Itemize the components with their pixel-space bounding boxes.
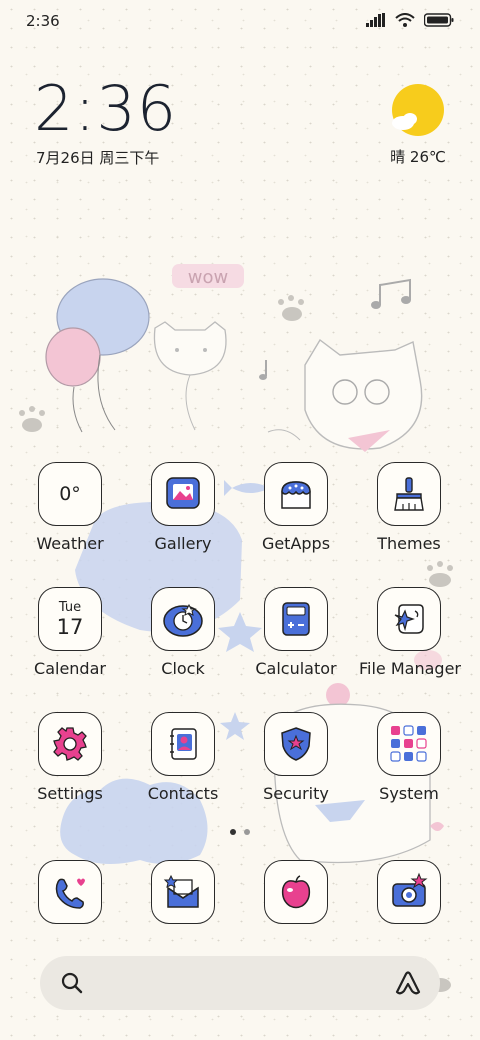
phone-icon[interactable] — [38, 860, 102, 924]
app-label: Security — [263, 784, 329, 803]
weather-icon[interactable]: 0° — [38, 462, 102, 526]
app-label: Calculator — [255, 659, 337, 678]
app-label: GetApps — [261, 534, 331, 553]
app-label: File Manager — [359, 659, 461, 678]
app-label: Settings — [37, 784, 103, 803]
app-label: Contacts — [147, 784, 219, 803]
app-label: Weather — [36, 534, 104, 553]
app-themes[interactable]: Themes — [359, 462, 459, 553]
calendar-icon-date: 17 — [56, 614, 84, 639]
search-bar[interactable] — [40, 956, 440, 1010]
signal-icon — [366, 13, 385, 27]
clock-widget-date: 7月26日 周三下午 — [36, 149, 160, 167]
file-manager-icon[interactable] — [377, 587, 441, 651]
camera-icon[interactable] — [377, 860, 441, 924]
weather-widget-temp: 晴 26℃ — [390, 148, 446, 166]
contacts-icon[interactable] — [151, 712, 215, 776]
app-label: Gallery — [154, 534, 212, 553]
assistant-icon[interactable] — [394, 970, 422, 996]
app-label: Themes — [377, 534, 441, 553]
sun-icon — [392, 84, 444, 136]
gear-icon[interactable] — [38, 712, 102, 776]
app-security[interactable]: Security — [246, 712, 346, 803]
weather-icon-temp: 0° — [59, 483, 81, 505]
app-system-folder[interactable]: System — [359, 712, 459, 803]
search-icon — [61, 972, 83, 994]
weather-widget[interactable]: 晴 26℃ — [378, 84, 458, 167]
gallery-icon[interactable] — [151, 462, 215, 526]
app-label: Clock — [161, 659, 205, 678]
app-clock[interactable]: Clock — [133, 587, 233, 678]
shield-icon[interactable] — [264, 712, 328, 776]
page-indicator[interactable] — [0, 829, 480, 835]
messages-icon[interactable] — [151, 860, 215, 924]
dock-browser[interactable] — [246, 860, 346, 924]
clock-icon[interactable] — [151, 587, 215, 651]
app-label: System — [379, 784, 439, 803]
app-contacts[interactable]: Contacts — [133, 712, 233, 803]
status-time: 2:36 — [26, 12, 60, 30]
app-label: Calendar — [34, 659, 106, 678]
app-settings[interactable]: Settings — [20, 712, 120, 803]
browser-icon[interactable] — [264, 860, 328, 924]
page-dot[interactable] — [230, 829, 236, 835]
battery-icon — [424, 13, 454, 27]
app-calculator[interactable]: Calculator — [246, 587, 346, 678]
dock-phone[interactable] — [20, 860, 120, 924]
wifi-icon — [395, 13, 415, 27]
app-getapps[interactable]: GetApps — [246, 462, 346, 553]
folder-icon[interactable] — [377, 712, 441, 776]
calendar-icon[interactable]: Tue 17 — [38, 587, 102, 651]
status-icons — [366, 13, 454, 27]
clock-widget-time[interactable]: 2:36 — [34, 78, 177, 140]
calculator-icon[interactable] — [264, 587, 328, 651]
themes-icon[interactable] — [377, 462, 441, 526]
app-weather[interactable]: 0° Weather — [20, 462, 120, 553]
getapps-icon[interactable] — [264, 462, 328, 526]
calendar-icon-day: Tue — [58, 599, 82, 615]
status-bar: 2:36 — [0, 0, 480, 40]
page-dot[interactable] — [244, 829, 250, 835]
app-file-manager[interactable]: File Manager — [359, 587, 461, 678]
app-gallery[interactable]: Gallery — [133, 462, 233, 553]
dock-camera[interactable] — [359, 860, 459, 924]
app-calendar[interactable]: Tue 17 Calendar — [20, 587, 120, 678]
dock-messages[interactable] — [133, 860, 233, 924]
